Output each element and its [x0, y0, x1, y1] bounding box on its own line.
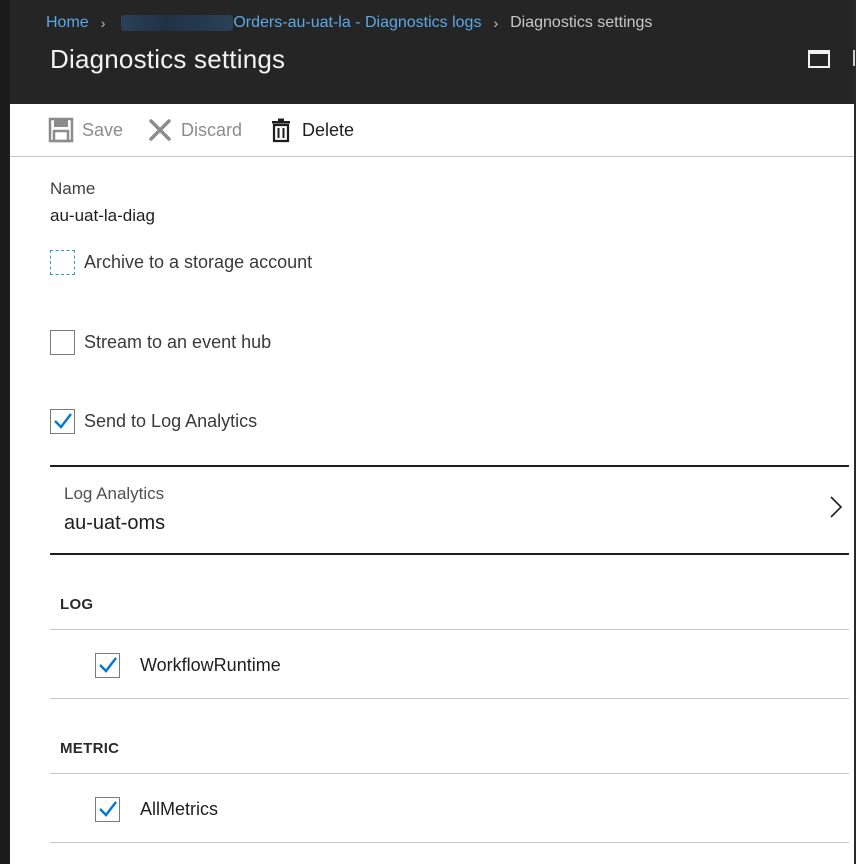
discard-button[interactable]: Discard	[147, 116, 242, 144]
save-label: Save	[82, 119, 124, 140]
close-icon[interactable]	[853, 50, 855, 66]
chevron-right-icon	[830, 496, 843, 518]
metric-divider-top	[50, 773, 849, 774]
send-log-analytics-label: Send to Log Analytics	[84, 410, 258, 431]
log-analytics-checkbox-box[interactable]	[50, 408, 75, 434]
log-divider-top	[50, 629, 849, 630]
metric-item-allmetrics[interactable]: AllMetrics	[95, 796, 218, 822]
delete-label: Delete	[302, 119, 355, 140]
archive-checkbox-box[interactable]	[50, 249, 75, 275]
discard-icon	[147, 117, 173, 143]
archive-storage-checkbox[interactable]: Archive to a storage account	[50, 249, 312, 275]
send-log-analytics-checkbox[interactable]: Send to Log Analytics	[50, 408, 257, 434]
trash-icon	[268, 117, 294, 143]
command-bar: Save Discard Delete	[10, 104, 854, 157]
name-value: au-uat-la-diag	[50, 206, 155, 225]
breadcrumb-chevron-icon: ›	[493, 15, 499, 31]
log-analytics-label: Log Analytics	[64, 484, 165, 503]
checkmark-icon	[99, 800, 117, 817]
workflowruntime-label: WorkflowRuntime	[140, 654, 281, 675]
log-analytics-workspace-picker[interactable]: Log Analytics au-uat-oms	[50, 465, 849, 555]
breadcrumb-current: Diagnostics settings	[510, 14, 653, 31]
stream-checkbox-box[interactable]	[50, 329, 75, 355]
checkmark-icon	[54, 412, 72, 429]
log-section-heading: LOG	[60, 596, 94, 613]
metric-section-heading: METRIC	[60, 740, 120, 757]
checkmark-icon	[99, 656, 117, 673]
archive-storage-label: Archive to a storage account	[84, 251, 313, 272]
maximize-icon	[808, 50, 830, 68]
blade-title: Diagnostics settings	[50, 44, 286, 74]
delete-button[interactable]: Delete	[268, 116, 354, 144]
breadcrumb-redacted-segment	[121, 15, 234, 31]
name-label: Name	[50, 179, 96, 198]
breadcrumb: Home › Orders-au-uat-la - Diagnostics lo…	[46, 12, 652, 34]
allmetrics-checkbox-box[interactable]	[95, 796, 120, 822]
blade-content: Save Discard Delete Name au-uat-la-diag …	[10, 104, 854, 864]
log-analytics-workspace-value: au-uat-oms	[64, 512, 166, 534]
save-button[interactable]: Save	[48, 116, 123, 144]
discard-label: Discard	[181, 119, 243, 140]
stream-event-hub-label: Stream to an event hub	[84, 331, 272, 352]
log-divider-bottom	[50, 698, 849, 699]
save-icon	[48, 117, 74, 143]
breadcrumb-home[interactable]: Home	[46, 14, 89, 32]
stream-event-hub-checkbox[interactable]: Stream to an event hub	[50, 329, 271, 355]
workflowruntime-checkbox-box[interactable]	[95, 652, 120, 678]
breadcrumb-diagnostics-logs[interactable]: Orders-au-uat-la - Diagnostics logs	[233, 14, 481, 32]
log-item-workflowruntime[interactable]: WorkflowRuntime	[95, 652, 281, 678]
maximize-button[interactable]	[808, 50, 830, 68]
allmetrics-label: AllMetrics	[140, 798, 219, 819]
left-border-strip	[0, 0, 10, 864]
blade-header: Home › Orders-au-uat-la - Diagnostics lo…	[10, 0, 855, 104]
metric-divider-bottom	[50, 842, 849, 843]
breadcrumb-chevron-icon: ›	[100, 15, 106, 31]
